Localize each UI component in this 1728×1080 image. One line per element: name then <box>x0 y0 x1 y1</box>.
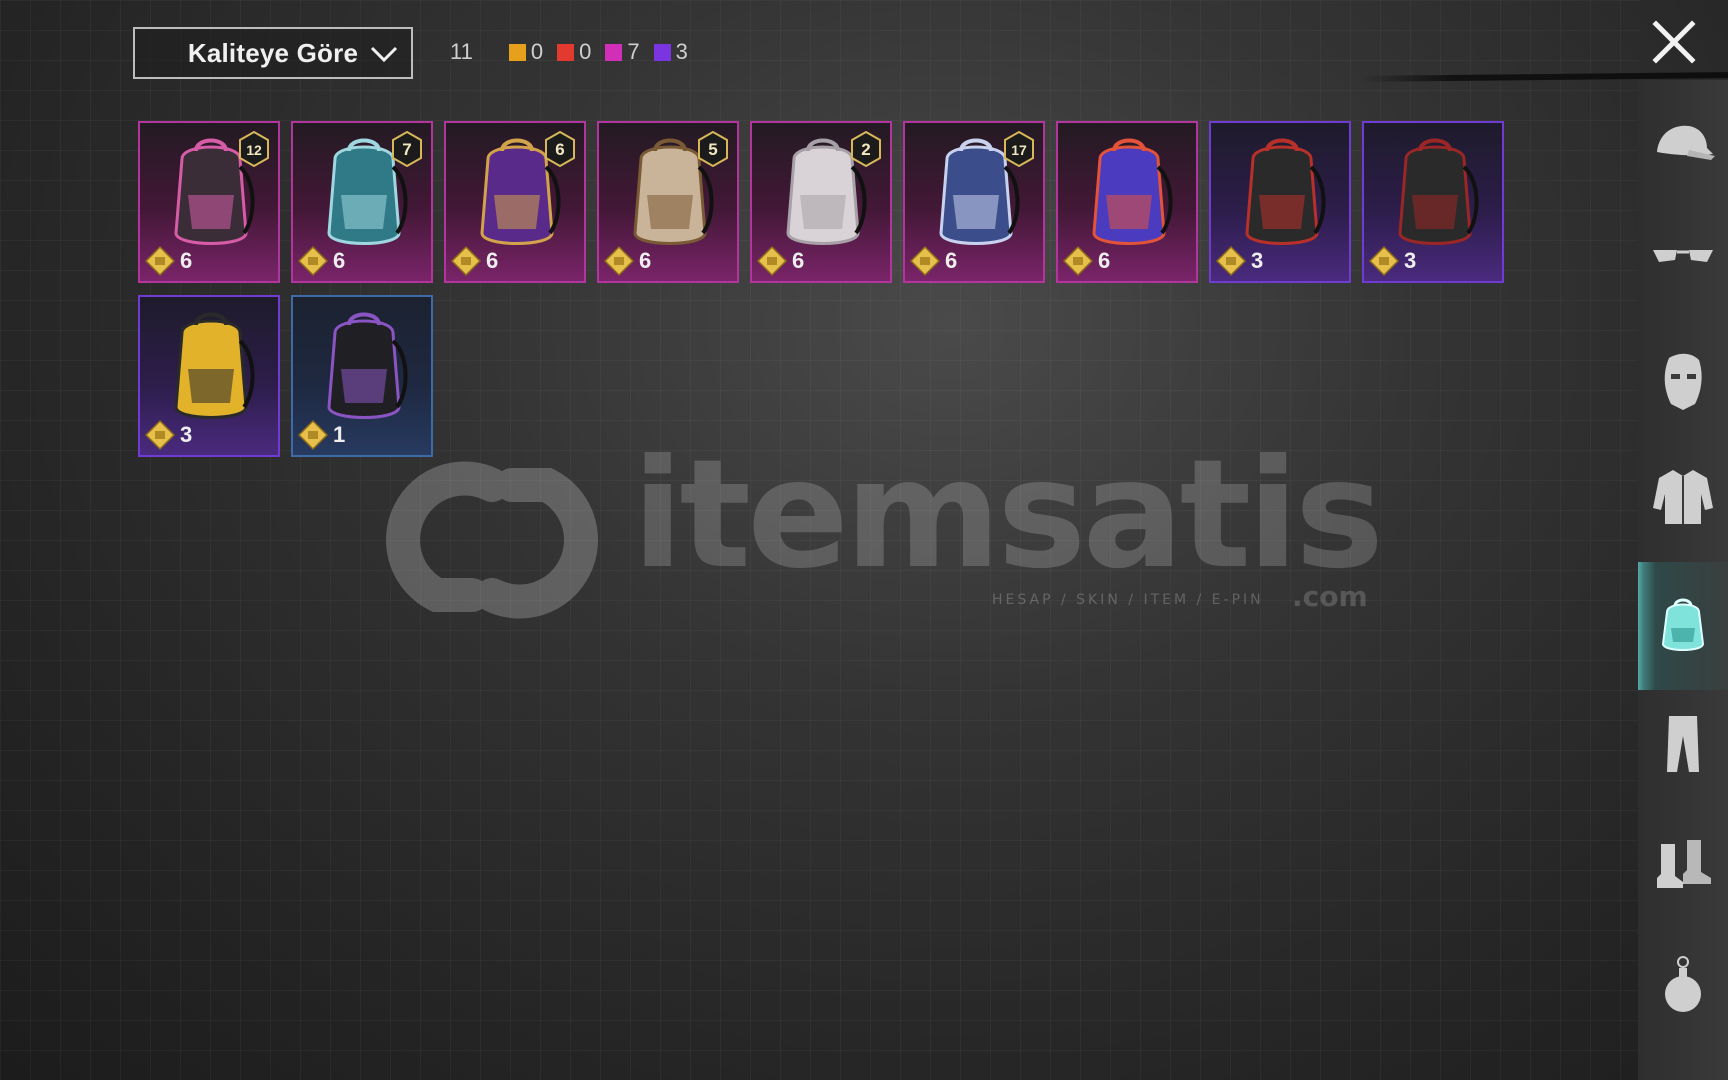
sidebar-item-jacket[interactable] <box>1638 432 1728 560</box>
currency-diamond-icon <box>1368 245 1400 277</box>
item-cost: 6 <box>603 245 651 277</box>
currency-diamond-icon <box>144 245 176 277</box>
backpack-red-black-1-icon <box>1245 138 1326 245</box>
sidebar-item-cap[interactable] <box>1638 80 1728 208</box>
rarity-count-gold: 0 <box>508 39 543 65</box>
rarity-swatch-red <box>557 43 575 61</box>
watermark-logo-icon <box>386 461 598 619</box>
watermark-brand: itemsatis <box>632 428 1384 602</box>
currency-diamond-icon <box>756 245 788 277</box>
currency-diamond-icon <box>1215 245 1247 277</box>
category-sidebar <box>1638 80 1728 1080</box>
rarity-swatch-pink <box>605 43 623 61</box>
sidebar-item-pants[interactable] <box>1638 680 1728 808</box>
backpack-yellow-emoji-icon <box>174 312 255 419</box>
currency-diamond-icon <box>144 419 176 451</box>
backpack-clown-icon <box>1092 138 1173 245</box>
glasses-icon <box>1653 250 1713 262</box>
item-tile-backpack-spiked-white[interactable]: 26 <box>750 121 892 283</box>
item-cost-value: 3 <box>180 422 193 447</box>
item-cost: 1 <box>297 419 345 451</box>
item-cost: 6 <box>756 245 804 277</box>
item-tile-backpack-red-black-2[interactable]: 3 <box>1362 121 1504 283</box>
backpack-icon <box>1661 598 1705 651</box>
jacket-icon <box>1653 470 1713 524</box>
rarity-swatch-purple <box>653 43 671 61</box>
backpack-black-graffiti-icon <box>327 312 408 419</box>
item-tile-backpack-teal-astronaut[interactable]: 76 <box>291 121 433 283</box>
currency-diamond-icon <box>297 419 329 451</box>
item-tile-backpack-clown[interactable]: 6 <box>1056 121 1198 283</box>
level-badge-value: 7 <box>402 140 411 159</box>
sidebar-item-mask[interactable] <box>1638 318 1728 446</box>
item-cost-value: 6 <box>180 248 193 273</box>
item-tile-backpack-ornate-gold[interactable]: 56 <box>597 121 739 283</box>
item-tile-backpack-pink-bunny[interactable]: 12 6 <box>138 121 280 283</box>
item-cost-value: 6 <box>792 248 805 273</box>
item-tile-backpack-red-black-1[interactable]: 3 <box>1209 121 1351 283</box>
level-badge-value: 12 <box>246 142 262 158</box>
item-cost: 6 <box>297 245 345 277</box>
rarity-counts: 11 0 0 7 3 <box>450 38 702 66</box>
item-cost-value: 3 <box>1251 248 1264 273</box>
cap-icon <box>1657 125 1715 160</box>
item-cost: 6 <box>1062 245 1110 277</box>
item-cost-value: 6 <box>1098 248 1111 273</box>
sidebar-item-glasses[interactable] <box>1638 190 1728 318</box>
backpack-red-black-2-icon <box>1398 138 1479 245</box>
item-cost-value: 3 <box>1404 248 1417 273</box>
currency-diamond-icon <box>297 245 329 277</box>
item-cost: 3 <box>144 419 192 451</box>
grenade-icon <box>1665 956 1701 1012</box>
item-cost-value: 1 <box>333 422 346 447</box>
level-badge: 7 <box>392 131 422 167</box>
level-badge: 5 <box>698 131 728 167</box>
level-badge-value: 2 <box>861 140 870 159</box>
level-badge: 6 <box>545 131 575 167</box>
pants-icon <box>1667 716 1699 772</box>
item-cost: 6 <box>909 245 957 277</box>
watermark-tagline: HESAP / SKIN / ITEM / E-PIN <box>992 592 1264 608</box>
sort-dropdown-label: Kaliteye Göre <box>187 37 359 68</box>
item-tile-backpack-purple-mirror[interactable]: 66 <box>444 121 586 283</box>
rarity-count-pink: 7 <box>605 39 640 65</box>
level-badge-value: 5 <box>708 140 717 159</box>
currency-diamond-icon <box>909 245 941 277</box>
item-cost: 6 <box>144 245 192 277</box>
item-cost-value: 6 <box>486 248 499 273</box>
close-icon[interactable] <box>1650 18 1698 66</box>
item-cost: 6 <box>450 245 498 277</box>
sidebar-item-backpack[interactable] <box>1638 562 1728 690</box>
mask-icon <box>1664 353 1702 410</box>
boots-icon <box>1657 840 1711 888</box>
item-cost-value: 6 <box>639 248 652 273</box>
item-tile-backpack-blue-monster[interactable]: 17 6 <box>903 121 1045 283</box>
item-cost: 3 <box>1368 245 1416 277</box>
item-tile-backpack-yellow-emoji[interactable]: 3 <box>138 295 280 457</box>
item-tile-backpack-black-graffiti[interactable]: 1 <box>291 295 433 457</box>
rarity-count-red: 0 <box>557 39 591 65</box>
item-cost-value: 6 <box>945 248 958 273</box>
level-badge: 2 <box>851 131 881 167</box>
watermark-suffix: .com <box>1292 580 1368 613</box>
chevron-down-icon <box>370 46 398 63</box>
sidebar-item-boots[interactable] <box>1638 800 1728 928</box>
currency-diamond-icon <box>450 245 482 277</box>
sidebar-item-grenade[interactable] <box>1638 920 1728 1048</box>
rarity-count-purple: 3 <box>653 39 688 65</box>
level-badge: 17 <box>1004 131 1034 167</box>
item-cost-value: 6 <box>333 248 346 273</box>
level-badge-value: 17 <box>1011 142 1027 158</box>
rarity-swatch-gold <box>508 43 526 61</box>
currency-diamond-icon <box>603 245 635 277</box>
level-badge: 12 <box>239 131 269 167</box>
currency-diamond-icon <box>1062 245 1094 277</box>
sort-dropdown[interactable]: Kaliteye Göre <box>133 27 413 79</box>
level-badge-value: 6 <box>555 140 564 159</box>
total-count: 11 <box>450 39 473 64</box>
item-cost: 3 <box>1215 245 1263 277</box>
